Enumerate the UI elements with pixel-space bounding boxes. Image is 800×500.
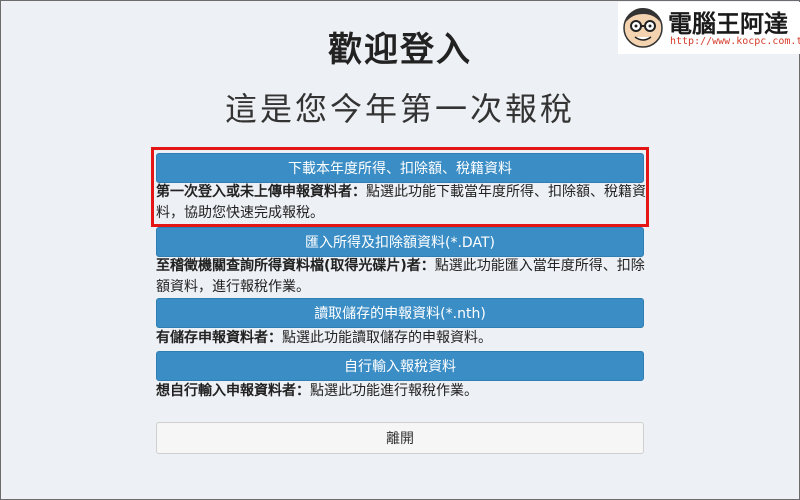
read-nth-desc-text: 點選此功能讀取儲存的申報資料。 [282, 330, 492, 346]
read-nth-desc-bold: 有儲存申報資料者： [156, 330, 282, 346]
manual-input-desc-bold: 想自行輸入申報資料者： [156, 383, 310, 399]
manual-input-desc-text: 點選此功能進行報稅作業。 [310, 383, 478, 399]
import-dat-description: 至稽徵機關查詢所得資料檔(取得光碟片)者：點選此功能匯入當年度所得、扣除額資料，… [156, 256, 646, 298]
manual-input-description: 想自行輸入申報資料者：點選此功能進行報稅作業。 [156, 381, 646, 402]
page-title: 歡迎登入 [328, 30, 472, 70]
read-nth-description: 有儲存申報資料者：點選此功能讀取儲存的申報資料。 [156, 328, 646, 349]
read-nth-button[interactable]: 讀取儲存的申報資料(*.nth) [156, 298, 644, 328]
import-dat-desc-bold: 至稽徵機關查詢所得資料檔(取得光碟片)者： [156, 258, 435, 274]
page-subtitle: 這是您今年第一次報稅 [224, 90, 575, 128]
manual-input-button[interactable]: 自行輸入報稅資料 [156, 351, 644, 381]
import-dat-button[interactable]: 匯入所得及扣除額資料(*.DAT) [156, 227, 644, 257]
highlight-box [151, 147, 649, 227]
leave-button[interactable]: 離開 [156, 422, 644, 454]
